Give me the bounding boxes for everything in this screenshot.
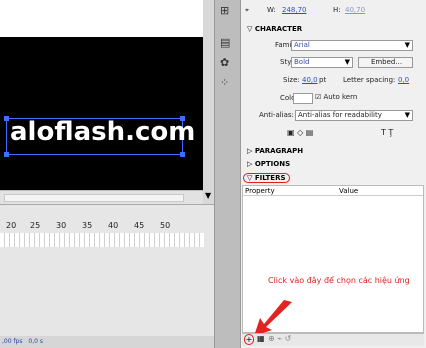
color-swatch[interactable] (293, 93, 313, 104)
ruler-label: 25 (30, 221, 41, 230)
font-family-select[interactable]: Arial ▼ (291, 40, 413, 51)
height-value[interactable]: 40,70 (345, 6, 365, 14)
size-unit: pt (319, 76, 327, 84)
stage-canvas[interactable] (0, 37, 206, 190)
position-icon: ⌖ (245, 6, 249, 14)
auto-kern-checkbox[interactable]: ☑ Auto kern (315, 93, 357, 101)
character-section-header[interactable]: ▽ CHARACTER (247, 25, 302, 33)
height-label: H: (333, 6, 341, 14)
filters-bottom-toolbar: + ▦ ⊕ ⌁ ↺ (242, 333, 424, 346)
fps-readout: ,00 fps (2, 338, 23, 345)
stage-text-object[interactable]: aloflash.com (10, 117, 195, 147)
ruler-label: 35 (82, 221, 93, 230)
col-value: Value (339, 187, 359, 195)
stage-vertical-scrollbar[interactable]: ▼ (203, 0, 214, 204)
antialias-select[interactable]: Anti-alias for readability ▼ (295, 110, 413, 121)
stage-top-margin (0, 0, 206, 37)
library-icon[interactable]: ▤ (220, 36, 230, 49)
filter-preset-icon[interactable]: ▦ (257, 334, 265, 343)
timeline-status-bar: ,00 fps 0,0 s (0, 336, 214, 348)
swatches-icon[interactable]: ⁘ (220, 76, 229, 89)
resize-handle-br[interactable] (180, 152, 185, 157)
font-style-select[interactable]: Bold ▼ (291, 57, 353, 68)
resize-handle-bl[interactable] (4, 152, 9, 157)
ruler-label: 45 (134, 221, 145, 230)
options-section-header[interactable]: ▷ OPTIONS (247, 160, 290, 168)
resize-handle-tl[interactable] (4, 116, 9, 121)
paragraph-section-header[interactable]: ▷ PARAGRAPH (247, 147, 303, 155)
ruler-label: 30 (56, 221, 67, 230)
embed-button[interactable]: Embed... (358, 57, 413, 68)
filters-section-header[interactable]: ▽ FILTERS (243, 173, 290, 183)
ruler-label: 50 (160, 221, 171, 230)
side-tool-strip: ⊞ ▤ ✿ ⁘ (214, 0, 240, 348)
align-icon[interactable]: ⊞ (220, 4, 229, 17)
filters-table-header: Property Value (243, 186, 423, 196)
components-icon[interactable]: ✿ (220, 56, 229, 69)
scroll-down-icon[interactable]: ▼ (205, 191, 211, 200)
size-value[interactable]: 40,0 (302, 76, 318, 84)
antialias-label: Anti-alias: (259, 111, 294, 119)
stage-horizontal-scrollbar[interactable] (0, 190, 214, 204)
add-filter-icon[interactable]: + (244, 334, 254, 345)
col-property: Property (245, 187, 275, 195)
letter-spacing-value[interactable]: 0,0 (398, 76, 409, 84)
filter-tools-icons[interactable]: ⊕ ⌁ ↺ (268, 334, 291, 343)
letter-spacing-label: Letter spacing: (343, 76, 396, 84)
text-orientation-icons[interactable]: T Ţ (381, 128, 393, 137)
timeline-frames[interactable] (0, 233, 204, 247)
timeline-ruler: 20 25 30 35 40 45 50 (0, 215, 204, 233)
ruler-label: 40 (108, 221, 119, 230)
ruler-label: 20 (6, 221, 17, 230)
timeline-panel: 20 25 30 35 40 45 50 ,00 fps 0,0 s (0, 204, 214, 348)
width-value[interactable]: 248,70 (282, 6, 307, 14)
size-label: Size: (283, 76, 300, 84)
text-format-icons[interactable]: ▣ ◇ ▤ (287, 128, 313, 137)
time-readout: 0,0 s (28, 338, 43, 345)
flash-ide-window: aloflash.com ▼ 20 25 30 35 40 45 50 ,00 … (0, 0, 426, 348)
width-label: W: (267, 6, 276, 14)
annotation-text: Click vào đây để chọn các hiệu ứng (268, 276, 410, 285)
